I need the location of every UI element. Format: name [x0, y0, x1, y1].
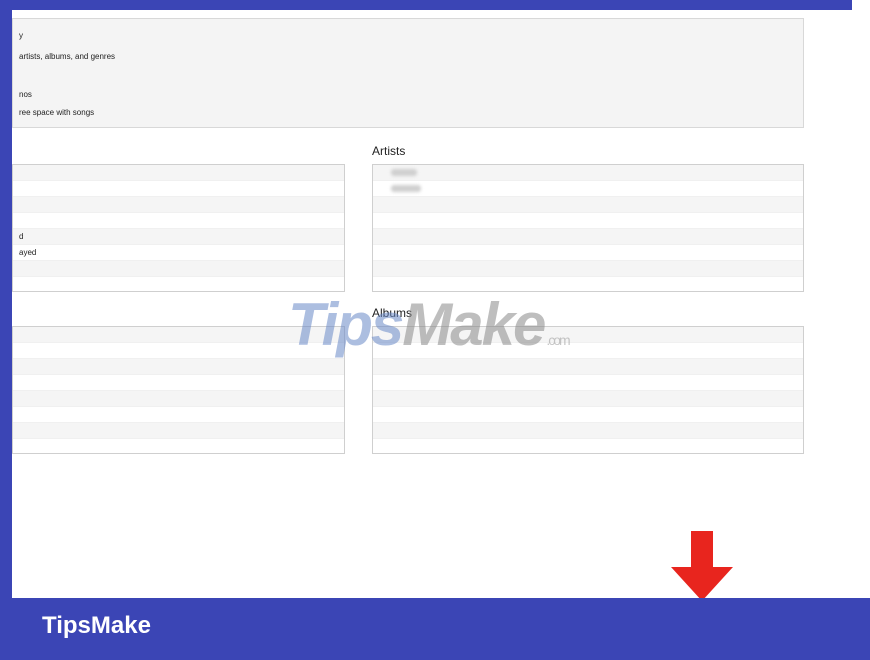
- artists-title: Artists: [372, 144, 406, 158]
- library-options-panel: y artists, albums, and genres nos ree sp…: [12, 18, 804, 128]
- artists-list[interactable]: [372, 164, 804, 292]
- option-line-2: artists, albums, and genres: [19, 52, 116, 61]
- footer-banner: TipsMake: [0, 598, 870, 660]
- list-item[interactable]: [13, 359, 344, 375]
- list-item[interactable]: [13, 439, 344, 453]
- blurred-artist-name: [391, 169, 417, 176]
- list-item[interactable]: [373, 197, 803, 213]
- left-frame-border: [0, 0, 12, 660]
- list-item[interactable]: d: [13, 229, 344, 245]
- list-item[interactable]: [13, 391, 344, 407]
- list-item[interactable]: [373, 181, 803, 197]
- option-line-1[interactable]: y: [19, 31, 23, 40]
- list-item[interactable]: [373, 391, 803, 407]
- arrow-down-icon: [671, 531, 733, 601]
- top-frame-border: [0, 0, 870, 10]
- list-item[interactable]: [373, 423, 803, 439]
- list-item[interactable]: [13, 261, 344, 277]
- option-line-3[interactable]: nos: [19, 90, 32, 99]
- list-item[interactable]: [373, 229, 803, 245]
- blurred-artist-name: [391, 185, 421, 192]
- list-item[interactable]: [13, 197, 344, 213]
- list-item[interactable]: [373, 165, 803, 181]
- watermark-logo: TipsMake .com: [288, 291, 571, 358]
- list-item[interactable]: [13, 213, 344, 229]
- left-list-top[interactable]: d ayed: [12, 164, 345, 292]
- list-item[interactable]: ayed: [13, 245, 344, 261]
- list-item[interactable]: [13, 423, 344, 439]
- list-item[interactable]: [13, 181, 344, 197]
- list-item[interactable]: [373, 213, 803, 229]
- list-item[interactable]: [373, 375, 803, 391]
- list-item[interactable]: [373, 439, 803, 453]
- list-item[interactable]: [373, 359, 803, 375]
- list-item[interactable]: [13, 165, 344, 181]
- brand-label: TipsMake: [42, 612, 151, 639]
- option-line-4: ree space with songs: [19, 108, 95, 117]
- list-item[interactable]: [373, 261, 803, 277]
- list-item[interactable]: [13, 375, 344, 391]
- top-right-gap: [852, 0, 870, 10]
- list-item[interactable]: [13, 407, 344, 423]
- list-item[interactable]: [373, 407, 803, 423]
- list-item[interactable]: [373, 245, 803, 261]
